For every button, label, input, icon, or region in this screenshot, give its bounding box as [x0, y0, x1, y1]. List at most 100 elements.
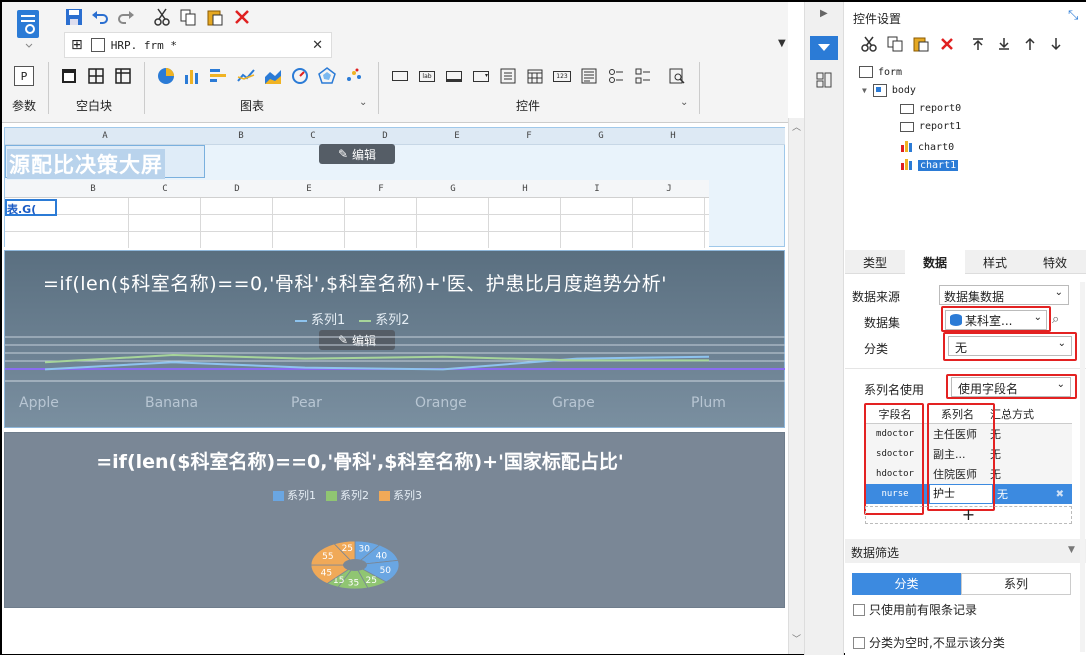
paste-icon[interactable] [205, 7, 225, 27]
tree-node-chart1[interactable]: chart1 [900, 157, 959, 174]
filter-collapse-icon[interactable]: ▼ [1068, 545, 1075, 555]
filter-tab-series[interactable]: 系列 [961, 573, 1071, 595]
combo-widget-icon[interactable]: ▾ [471, 66, 491, 86]
line-chart-icon[interactable] [236, 66, 256, 86]
tab-style[interactable]: 样式 [965, 250, 1025, 274]
radar-chart-icon[interactable] [317, 66, 337, 86]
radio-group-icon[interactable] [606, 66, 626, 86]
body-col-I: I [594, 184, 600, 194]
hide-empty-checkbox[interactable] [853, 636, 865, 649]
edit-button[interactable]: ✎ 编辑 [319, 144, 395, 164]
close-tab-icon[interactable]: ✕ [312, 38, 323, 53]
pie-slice-label: 25 [342, 544, 353, 554]
chart1-legend-series1: 系列1 [273, 487, 316, 503]
filter-tab-category[interactable]: 分类 [852, 573, 961, 595]
panel-scrollbar[interactable] [1080, 282, 1085, 652]
col-header-G: G [598, 131, 604, 141]
undo-icon[interactable] [90, 7, 110, 27]
delete-icon[interactable] [232, 7, 252, 27]
report0-block[interactable]: A B C D E F G H 源配比决策大屏 ✎ 编辑 B C D E F G … [4, 127, 785, 248]
tree-node-form[interactable]: form [859, 66, 902, 78]
hbar-chart-icon[interactable] [208, 66, 228, 86]
blank-block-icon-1[interactable] [59, 66, 79, 86]
paste-icon[interactable] [912, 35, 930, 53]
blank-block-icon-3[interactable] [113, 66, 133, 86]
layout-icon[interactable] [812, 68, 836, 92]
tree-node-body[interactable]: ▼ body [862, 84, 916, 97]
ribbon-group-chart-expand-icon[interactable]: ⌄ [359, 97, 367, 108]
pie-chart-icon[interactable] [156, 66, 176, 86]
tab-effect[interactable]: 特效 [1025, 250, 1085, 274]
tree-node-chart0[interactable]: chart0 [900, 139, 954, 156]
gauge-chart-icon[interactable] [290, 66, 310, 86]
move-up-icon[interactable] [1021, 35, 1039, 53]
move-top-icon[interactable] [969, 35, 987, 53]
form-icon [859, 66, 873, 78]
tab-data[interactable]: 数据 [905, 250, 965, 274]
search-widget-icon[interactable] [667, 66, 687, 86]
tree-node-report1[interactable]: report1 [900, 121, 961, 132]
body-icon [872, 84, 887, 97]
chart1-legend: 系列1 系列2 系列3 [273, 487, 422, 503]
file-tab[interactable]: ⊞ HRP. frm * ✕ [64, 32, 332, 58]
scroll-down-icon[interactable]: ﹀ [792, 632, 801, 645]
blank-block-icon-2[interactable] [86, 66, 106, 86]
frm-file-icon [90, 38, 105, 52]
tab-type[interactable]: 类型 [845, 250, 905, 274]
body-col-C: C [162, 184, 168, 194]
checkbox-group-icon[interactable] [633, 66, 653, 86]
ribbon-group-widget-expand-icon[interactable]: ⌄ [680, 97, 688, 108]
cut-icon[interactable] [152, 7, 172, 27]
param-icon[interactable]: P [14, 66, 34, 86]
bar-chart-icon[interactable] [182, 66, 202, 86]
text-widget-icon[interactable] [390, 66, 410, 86]
collapse-ribbon-icon[interactable]: ▼ [778, 38, 786, 49]
delete-icon[interactable] [938, 35, 956, 53]
edit-icon: ✎ [337, 147, 349, 161]
textarea-widget-icon[interactable] [579, 66, 599, 86]
button-widget-icon[interactable] [444, 66, 464, 86]
ribbon-separator [48, 62, 49, 114]
collapse-panel-icon[interactable]: ▶ [820, 8, 828, 19]
data-source-select[interactable]: 数据集数据 ⌄ [939, 285, 1069, 305]
redo-icon[interactable] [116, 7, 136, 27]
file-tab-label: HRP. frm * [110, 38, 177, 52]
add-row-button[interactable]: + [865, 506, 1072, 524]
hide-empty-option[interactable]: 分类为空时,不显示该分类 [853, 634, 1005, 651]
limit-records-option[interactable]: 只使用前有限条记录 [853, 601, 977, 618]
list-widget-icon[interactable] [498, 66, 518, 86]
ribbon-group-chart: 图表 [240, 99, 265, 113]
panel-expand-icon[interactable]: ⤡ [1068, 8, 1078, 23]
widget-settings-icon[interactable] [810, 36, 838, 60]
limit-checkbox[interactable] [853, 603, 865, 616]
scatter-chart-icon[interactable] [344, 66, 364, 86]
copy-icon[interactable] [178, 7, 198, 27]
canvas-scrollbar[interactable]: ︿ ﹀ [788, 118, 804, 654]
move-bottom-icon[interactable] [995, 35, 1013, 53]
x-label-apple: Apple [19, 395, 59, 411]
side-strip [804, 2, 844, 655]
date-widget-icon[interactable] [525, 66, 545, 86]
number-widget-icon[interactable]: 123 [552, 66, 572, 86]
move-down-icon[interactable] [1047, 35, 1065, 53]
body-col-J: J [666, 184, 672, 194]
body-grid[interactable] [5, 198, 709, 248]
save-icon[interactable] [64, 7, 84, 27]
copy-icon[interactable] [886, 35, 904, 53]
expand-arrow-icon[interactable]: ▼ [862, 86, 867, 95]
grid-icon: ⊞ [71, 37, 83, 53]
cut-icon[interactable] [860, 35, 878, 53]
tree-node-report0[interactable]: report0 [900, 103, 961, 114]
pie-chart-plot: 304050253515455525 [310, 540, 400, 590]
dataset-search-icon[interactable]: ⌕ [1052, 312, 1059, 327]
area-chart-icon[interactable] [263, 66, 283, 86]
chart0-block[interactable]: =if(len($科室名称)==0,'骨科',$科室名称)+'医、护患比月度趋势… [4, 250, 785, 428]
app-logo[interactable] [16, 8, 42, 48]
col-header-B: B [238, 131, 244, 141]
label-widget-icon[interactable]: lab [417, 66, 437, 86]
chart1-block[interactable]: =if(len($科室名称)==0,'骨科',$科室名称)+'国家标配占比' 系… [4, 432, 785, 608]
x-axis-labels: Apple Banana Pear Orange Grape Plum [5, 395, 785, 413]
remove-row-icon[interactable]: ✖ [1056, 489, 1064, 500]
scroll-up-icon[interactable]: ︿ [792, 120, 801, 133]
series-column-highlight [927, 403, 995, 511]
